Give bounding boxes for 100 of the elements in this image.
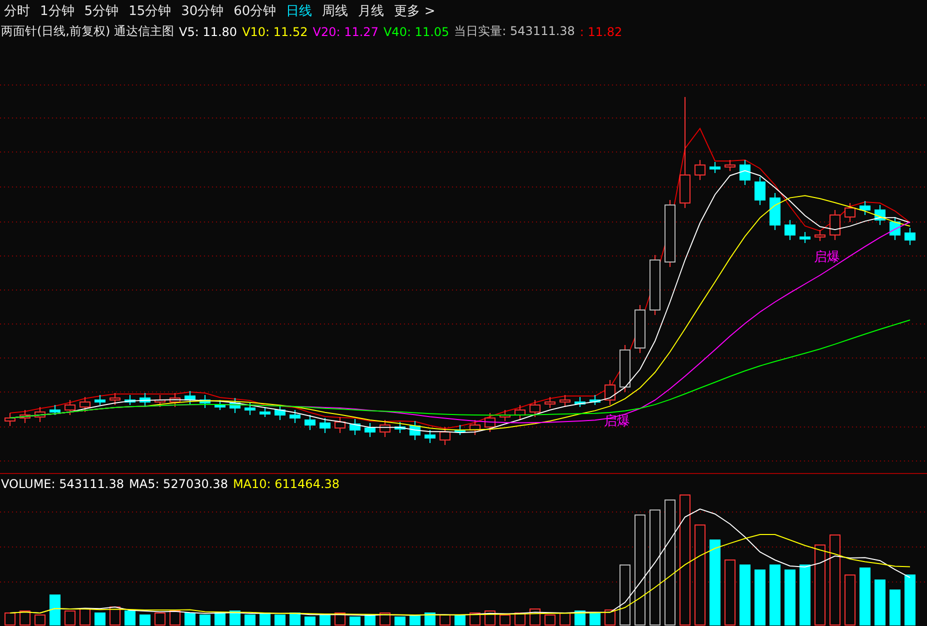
volume-indicator: VOLUME: 543111.38: [1, 476, 124, 491]
candlestick: [364, 422, 376, 438]
period-tab[interactable]: 1分钟: [40, 2, 74, 20]
chart-title: 两面针(日线,前复权) 通达信主图: [1, 23, 174, 40]
candlestick: [754, 176, 766, 206]
candlestick: [394, 421, 406, 434]
candlestick: [620, 344, 630, 392]
volume-bar: [94, 612, 106, 626]
indicator-value: V5: 11.80: [179, 24, 238, 39]
volume-bar: [860, 567, 870, 626]
candlestick: [800, 231, 810, 244]
candlestick: [770, 192, 780, 230]
candlestick: [380, 419, 390, 438]
indicator-value: 当日实量: 543111.38: [454, 23, 575, 40]
candlestick: [260, 406, 270, 418]
candlestick: [844, 202, 856, 222]
period-tab[interactable]: 60分钟: [234, 2, 276, 20]
candlestick: [830, 209, 840, 240]
volume-bar: [574, 610, 586, 626]
candlestick: [514, 404, 526, 420]
indicator-value: : 11.82: [580, 24, 622, 39]
period-tab[interactable]: 分时: [4, 2, 30, 20]
candlestick: [664, 199, 676, 268]
candlestick: [214, 399, 226, 410]
volume-bar: [244, 614, 256, 626]
candlestick: [334, 416, 346, 434]
volume-bar: [124, 610, 136, 626]
volume-bar: [454, 614, 466, 626]
volume-indicator: MA5: 527030.38: [129, 476, 228, 491]
candlestick: [94, 394, 106, 406]
volume-bar: [874, 579, 886, 626]
volume-bar: [214, 612, 226, 626]
volume-bar: [274, 614, 286, 626]
candlestick: [110, 392, 120, 406]
volume-bar: [184, 612, 196, 626]
candlestick: [890, 216, 900, 240]
volume-bar: [740, 564, 750, 626]
candlestick: [470, 419, 480, 436]
candlestick: [544, 396, 556, 408]
candlestick: [784, 219, 796, 240]
period-tab[interactable]: 日线: [286, 2, 312, 20]
candlestick: [454, 424, 466, 436]
candlestick: [304, 414, 316, 430]
candlestick: [634, 304, 646, 354]
volume-bar: [394, 616, 406, 626]
candlestick: [874, 204, 886, 226]
indicator-value: V40: 11.05: [383, 24, 450, 39]
period-tab[interactable]: 15分钟: [128, 2, 172, 20]
candlestick: [170, 392, 180, 408]
volume-bar: [890, 589, 900, 626]
volume-bar: [754, 569, 766, 626]
volume-bar: [320, 614, 330, 626]
signal-marker: 启爆: [814, 250, 840, 265]
volume-bar: [200, 614, 210, 626]
signal-marker: 启爆: [604, 414, 630, 429]
candlestick: [424, 429, 436, 444]
candlestick: [590, 394, 600, 406]
period-tab[interactable]: 5分钟: [84, 2, 119, 20]
candlestick: [184, 390, 196, 406]
candlestick: [154, 394, 166, 408]
candlestick: [530, 399, 540, 418]
candlestick: [290, 409, 300, 424]
candlestick: [124, 394, 136, 406]
period-tab[interactable]: 更多 >: [394, 2, 436, 20]
candlestick: [34, 406, 46, 422]
candlestick: [814, 229, 826, 242]
volume-bar: [350, 616, 360, 626]
candlestick: [244, 402, 256, 416]
volume-bar: [590, 612, 600, 626]
candlestick: [604, 379, 616, 406]
candlestick: [650, 254, 660, 316]
candlestick: [200, 394, 210, 408]
candlestick: [140, 392, 150, 408]
candlestick: [64, 399, 76, 416]
volume-bar: [904, 574, 916, 626]
volume-bar: [784, 569, 796, 626]
period-tab[interactable]: 月线: [358, 2, 384, 20]
candlestick: [740, 159, 750, 186]
indicator-value: V20: 11.27: [312, 24, 378, 39]
candlestick: [4, 412, 16, 426]
volume-bar: [770, 564, 780, 626]
volume-bar: [800, 564, 810, 626]
candlestick: [724, 159, 736, 172]
volume-bar: [140, 614, 150, 626]
candlestick: [350, 418, 360, 436]
candlestick: [560, 394, 570, 408]
volume-bar: [424, 612, 436, 626]
candlestick: [410, 420, 420, 440]
candlestick: [904, 227, 916, 246]
candlestick: [500, 409, 510, 422]
volume-bar: [50, 594, 60, 626]
candlestick: [320, 417, 330, 434]
candlestick: [860, 200, 870, 216]
period-tab[interactable]: 周线: [322, 2, 348, 20]
volume-bar: [304, 616, 316, 626]
period-tab[interactable]: 30分钟: [181, 2, 224, 20]
indicator-value: V10: 11.52: [242, 24, 308, 39]
candlestick: [20, 409, 30, 424]
candlestick: [50, 404, 60, 416]
candlestick: [274, 404, 286, 420]
